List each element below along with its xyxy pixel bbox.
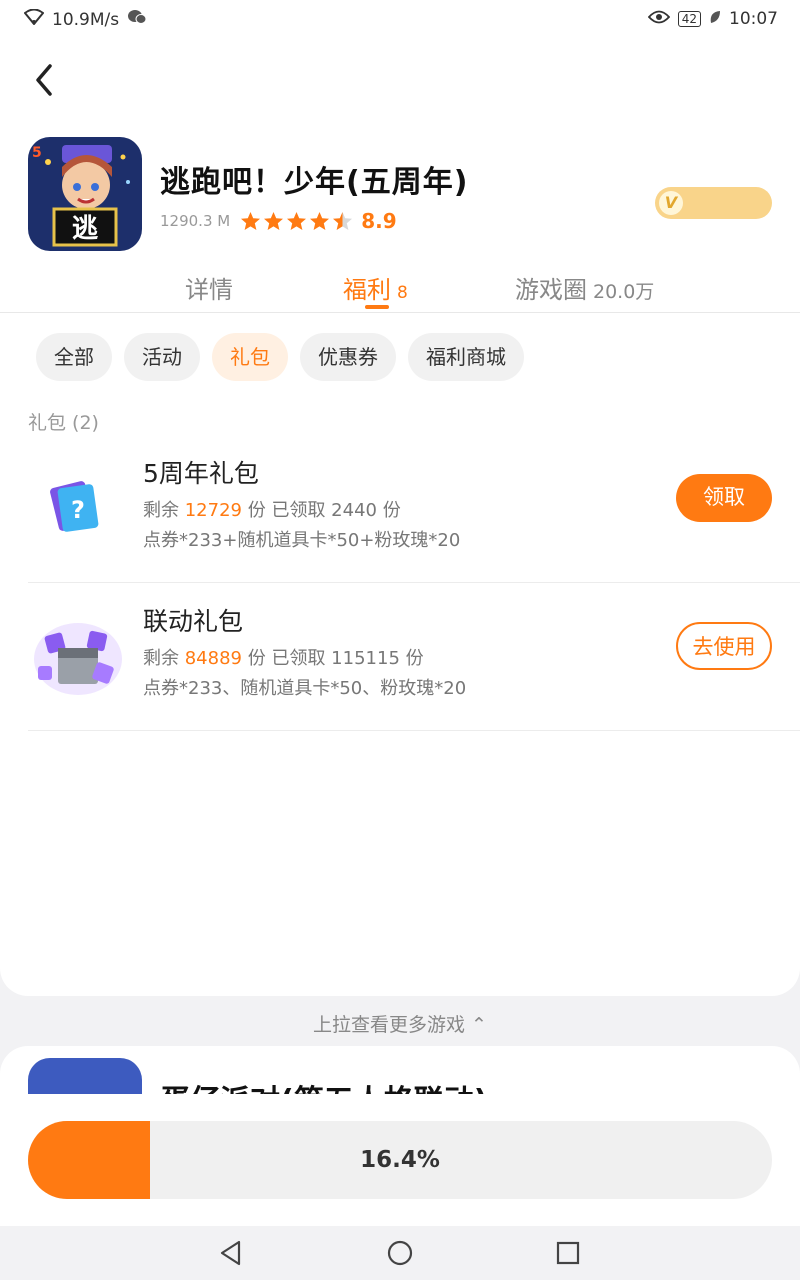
gift-box-icon (28, 604, 128, 704)
app-title: 逃跑吧！少年(五周年) (160, 165, 469, 200)
pull-up-hint[interactable]: 上拉查看更多游戏 ⌃ (0, 1010, 800, 1037)
tab-welfare-count: 8 (397, 283, 408, 303)
eye-icon (647, 9, 670, 29)
nav-back-icon[interactable] (219, 1240, 243, 1266)
section-label: 礼包 (2) (28, 412, 99, 434)
chip-gift[interactable]: 礼包 (212, 333, 288, 381)
gift-item: 联动礼包 剩余 84889 份 已领取 115115 份 点券*233、随机道具… (28, 582, 800, 731)
gift-stock: 剩余 84889 份 已领取 115115 份 (143, 648, 424, 669)
chip-coupon[interactable]: 优惠券 (300, 333, 396, 381)
use-button[interactable]: 去使用 (676, 622, 772, 670)
mystery-card-icon: ? (28, 456, 128, 556)
gift-desc: 点券*233、随机道具卡*50、粉玫瑰*20 (143, 678, 467, 699)
nav-home-icon[interactable] (387, 1240, 413, 1266)
gift-desc: 点券*233+随机道具卡*50+粉玫瑰*20 (143, 530, 461, 551)
claim-button[interactable]: 领取 (676, 474, 772, 522)
tab-active-indicator (365, 305, 389, 309)
star-icon (310, 211, 330, 230)
gift-name: 联动礼包 (143, 607, 244, 636)
system-nav-bar (0, 1226, 800, 1280)
app-icon: 逃 5 (28, 137, 142, 251)
chevron-left-icon (36, 64, 52, 96)
clock: 10:07 (729, 9, 778, 29)
vip-icon: V (659, 191, 683, 215)
download-panel: 16.4% (0, 1094, 800, 1226)
tab-welfare[interactable]: 福利 8 (343, 270, 408, 305)
back-button[interactable] (28, 58, 64, 102)
star-icon (333, 211, 353, 230)
card-bottom-edge (0, 960, 800, 996)
chip-activity[interactable]: 活动 (124, 333, 200, 381)
status-bar: 10.9M/s 42 10:07 (0, 0, 800, 40)
tab-details[interactable]: 详情 (185, 270, 233, 305)
filter-chips: 全部 活动 礼包 优惠券 福利商城 (36, 333, 524, 381)
nav-recents-icon[interactable] (556, 1240, 580, 1266)
rating-stars (240, 211, 353, 232)
gift-remaining: 12729 (184, 500, 242, 521)
chip-welfare-mall[interactable]: 福利商城 (408, 333, 524, 381)
gift-remaining: 84889 (184, 648, 242, 669)
wechat-icon (127, 9, 147, 30)
battery-indicator: 42 (677, 11, 701, 27)
star-icon (264, 211, 284, 230)
gift-name: 5周年礼包 (143, 459, 259, 488)
chip-all[interactable]: 全部 (36, 333, 112, 381)
gift-stock: 剩余 12729 份 已领取 2440 份 (143, 500, 401, 521)
tab-game-circle-count: 20.0万 (593, 281, 655, 303)
download-progress-button[interactable]: 16.4% (28, 1121, 772, 1199)
gift-item: ? 5周年礼包 剩余 12729 份 已领取 2440 份 点券*233+随机道… (28, 434, 800, 583)
svg-text:5: 5 (32, 145, 42, 161)
tab-game-circle[interactable]: 游戏圈 20.0万 (515, 270, 654, 305)
leaf-icon (709, 9, 721, 29)
rating-score: 8.9 (361, 209, 397, 233)
star-icon (241, 211, 261, 230)
star-icon (287, 211, 307, 230)
network-speed: 10.9M/s (52, 9, 120, 30)
app-size: 1290.3 M (160, 212, 231, 230)
tab-bar: 详情 福利 8 游戏圈 20.0万 (0, 262, 800, 313)
svg-text:逃: 逃 (72, 214, 98, 244)
vip-badge[interactable]: V (655, 187, 772, 219)
wifi-icon (23, 8, 45, 30)
svg-text:?: ? (71, 496, 85, 524)
progress-label: 16.4% (360, 1147, 440, 1173)
app-meta: 1290.3 M 8.9 (160, 209, 397, 233)
